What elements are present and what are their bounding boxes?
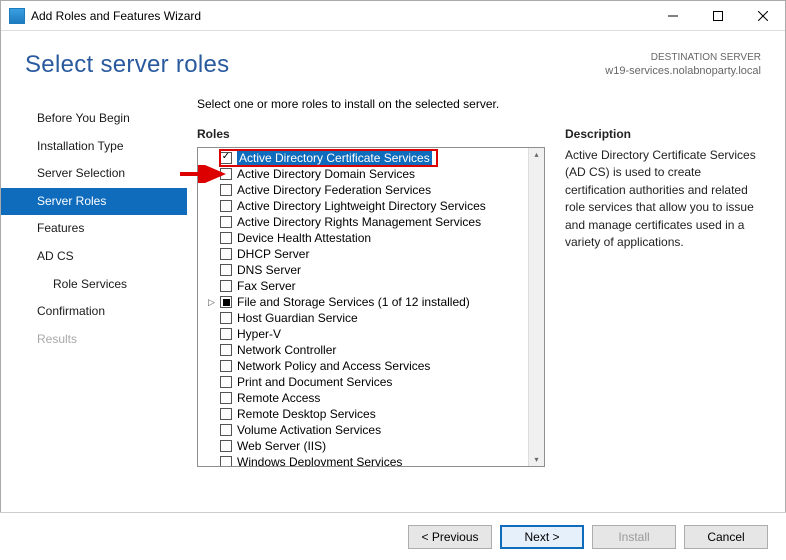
role-label: Active Directory Certificate Services xyxy=(237,151,432,165)
role-label: Network Policy and Access Services xyxy=(237,359,430,373)
sidenav-before-you-begin[interactable]: Before You Begin xyxy=(1,105,187,133)
role-row[interactable]: Remote Desktop Services xyxy=(206,406,544,422)
role-row[interactable]: Active Directory Lightweight Directory S… xyxy=(206,198,544,214)
role-checkbox[interactable] xyxy=(220,440,232,452)
role-row[interactable]: Print and Document Services xyxy=(206,374,544,390)
role-label: Active Directory Rights Management Servi… xyxy=(237,215,481,229)
role-checkbox[interactable] xyxy=(220,184,232,196)
role-label: Web Server (IIS) xyxy=(237,439,326,453)
role-row[interactable]: Active Directory Federation Services xyxy=(206,182,544,198)
role-checkbox[interactable] xyxy=(220,456,232,467)
expand-icon[interactable]: ▷ xyxy=(206,297,217,308)
description-text: Active Directory Certificate Services (A… xyxy=(565,147,765,251)
role-checkbox[interactable] xyxy=(220,312,232,324)
role-label: Volume Activation Services xyxy=(237,423,381,437)
role-checkbox[interactable] xyxy=(220,328,232,340)
role-checkbox[interactable] xyxy=(220,152,232,164)
page-title: Select server roles xyxy=(25,51,229,79)
sidenav-installation-type[interactable]: Installation Type xyxy=(1,133,187,161)
destination-server-block: DESTINATION SERVER w19-services.nolabnop… xyxy=(605,51,761,78)
app-icon xyxy=(9,8,25,24)
role-row[interactable]: Network Controller xyxy=(206,342,544,358)
role-label: File and Storage Services (1 of 12 insta… xyxy=(237,295,470,309)
role-checkbox[interactable] xyxy=(220,280,232,292)
next-button[interactable]: Next > xyxy=(500,525,584,549)
role-row[interactable]: Active Directory Rights Management Servi… xyxy=(206,214,544,230)
role-checkbox[interactable] xyxy=(220,296,232,308)
title-bar: Add Roles and Features Wizard xyxy=(1,1,785,31)
role-label: Host Guardian Service xyxy=(237,311,358,325)
role-row[interactable]: Host Guardian Service xyxy=(206,310,544,326)
role-row[interactable]: Network Policy and Access Services xyxy=(206,358,544,374)
wizard-footer: < Previous Next > Install Cancel xyxy=(0,512,786,560)
role-checkbox[interactable] xyxy=(220,376,232,388)
roles-column-title: Roles xyxy=(197,127,545,141)
cancel-button[interactable]: Cancel xyxy=(684,525,768,549)
role-row[interactable]: Active Directory Domain Services xyxy=(206,166,544,182)
role-row[interactable]: Fax Server xyxy=(206,278,544,294)
close-button[interactable] xyxy=(740,1,785,31)
install-button: Install xyxy=(592,525,676,549)
destination-server-value: w19-services.nolabnoparty.local xyxy=(605,64,761,78)
highlight-arrow-icon xyxy=(178,165,228,183)
role-label: Active Directory Lightweight Directory S… xyxy=(237,199,486,213)
sidenav-confirmation[interactable]: Confirmation xyxy=(1,298,187,326)
role-checkbox[interactable] xyxy=(220,408,232,420)
sidenav-results: Results xyxy=(1,326,187,354)
roles-listbox[interactable]: Active Directory Certificate Services Act… xyxy=(197,147,545,467)
minimize-button[interactable] xyxy=(650,1,695,31)
role-row[interactable]: Volume Activation Services xyxy=(206,422,544,438)
role-row[interactable]: ▷ File and Storage Services (1 of 12 inst… xyxy=(206,294,544,310)
sidenav-role-services[interactable]: Role Services xyxy=(1,271,187,299)
wizard-steps-nav: Before You Begin Installation Type Serve… xyxy=(1,97,187,477)
role-checkbox[interactable] xyxy=(220,392,232,404)
sidenav-server-roles[interactable]: Server Roles xyxy=(1,188,187,216)
role-label: Network Controller xyxy=(237,343,336,357)
role-checkbox[interactable] xyxy=(220,360,232,372)
role-checkbox[interactable] xyxy=(220,344,232,356)
sidenav-server-selection[interactable]: Server Selection xyxy=(1,160,187,188)
role-row[interactable]: Hyper-V xyxy=(206,326,544,342)
role-row[interactable]: DHCP Server xyxy=(206,246,544,262)
role-label: DNS Server xyxy=(237,263,301,277)
role-checkbox[interactable] xyxy=(220,200,232,212)
maximize-button[interactable] xyxy=(695,1,740,31)
role-row[interactable]: Active Directory Certificate Services xyxy=(206,150,544,166)
instruction-text: Select one or more roles to install on t… xyxy=(197,97,765,111)
role-label: Active Directory Federation Services xyxy=(237,183,431,197)
role-label: DHCP Server xyxy=(237,247,309,261)
role-checkbox[interactable] xyxy=(220,424,232,436)
role-row[interactable]: Windows Deployment Services xyxy=(206,454,544,467)
role-label: Print and Document Services xyxy=(237,375,392,389)
role-label: Active Directory Domain Services xyxy=(237,167,415,181)
role-row[interactable]: Device Health Attestation xyxy=(206,230,544,246)
role-row[interactable]: Remote Access xyxy=(206,390,544,406)
scrollbar[interactable]: ▴ ▾ xyxy=(528,148,544,466)
role-checkbox[interactable] xyxy=(220,232,232,244)
role-label: Remote Desktop Services xyxy=(237,407,376,421)
description-column-title: Description xyxy=(565,127,765,141)
scroll-down-icon[interactable]: ▾ xyxy=(534,455,538,464)
role-checkbox[interactable] xyxy=(220,248,232,260)
role-label: Remote Access xyxy=(237,391,320,405)
previous-button[interactable]: < Previous xyxy=(408,525,492,549)
role-label: Fax Server xyxy=(237,279,296,293)
role-checkbox[interactable] xyxy=(220,264,232,276)
role-label: Windows Deployment Services xyxy=(237,455,402,467)
role-row[interactable]: Web Server (IIS) xyxy=(206,438,544,454)
role-label: Device Health Attestation xyxy=(237,231,371,245)
role-label: Hyper-V xyxy=(237,327,281,341)
scroll-up-icon[interactable]: ▴ xyxy=(534,150,538,159)
destination-server-label: DESTINATION SERVER xyxy=(605,51,761,64)
sidenav-features[interactable]: Features xyxy=(1,215,187,243)
window-title: Add Roles and Features Wizard xyxy=(31,9,201,23)
sidenav-ad-cs[interactable]: AD CS xyxy=(1,243,187,271)
role-row[interactable]: DNS Server xyxy=(206,262,544,278)
role-checkbox[interactable] xyxy=(220,216,232,228)
